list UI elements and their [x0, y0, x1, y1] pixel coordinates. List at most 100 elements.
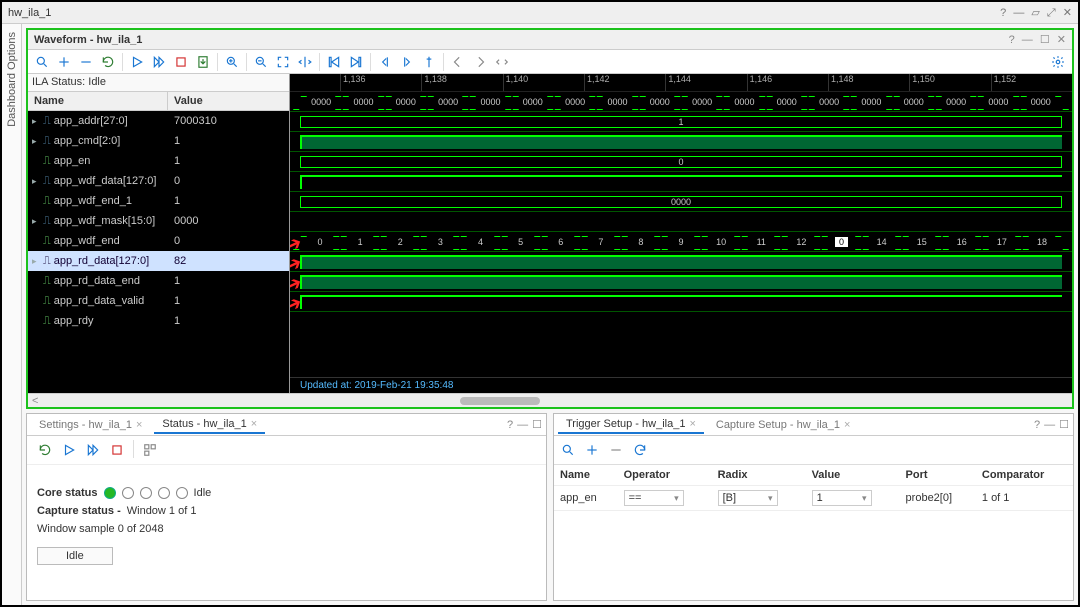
close-icon[interactable]: ✕: [1063, 7, 1072, 19]
status-led-icon: [122, 487, 134, 499]
layout-icon[interactable]: [140, 440, 160, 460]
remove-icon[interactable]: [606, 440, 626, 460]
stop-icon[interactable]: [171, 52, 191, 72]
search-icon[interactable]: [558, 440, 578, 460]
wave-row-app-rd-data: 012345678910111201415161718: [290, 232, 1072, 252]
next-edge-icon[interactable]: [397, 52, 417, 72]
tick: 1,150: [909, 74, 990, 91]
panel-help-icon[interactable]: ?: [507, 419, 513, 431]
wave-row-app-wdf-end-1: [290, 172, 1072, 192]
run-icon[interactable]: [127, 52, 147, 72]
cell-comp: 1 of 1: [976, 486, 1073, 511]
panel-maximize-icon[interactable]: ☐: [532, 419, 542, 431]
waveform-canvas[interactable]: 1,1361,1381,1401,1421,1441,1461,1481,150…: [290, 74, 1072, 393]
next-marker-icon[interactable]: [470, 52, 490, 72]
tab-settings[interactable]: Settings - hw_ila_1×: [31, 417, 150, 433]
prev-marker-icon[interactable]: [448, 52, 468, 72]
zoom-in-icon[interactable]: [222, 52, 242, 72]
first-transition-icon[interactable]: [324, 52, 344, 72]
signal-row[interactable]: ▸⎍app_wdf_data[127:0]0: [28, 171, 289, 191]
capture-status-label: Capture status -: [37, 505, 121, 517]
goto-cursor-icon[interactable]: [295, 52, 315, 72]
panel-maximize-icon[interactable]: ☐: [1040, 34, 1050, 46]
regenerate-icon[interactable]: [630, 440, 650, 460]
wave-row-app-addr: 0000000000000000000000000000000000000000…: [290, 92, 1072, 112]
waveform-titlebar: Waveform - hw_ila_1 ? — ☐ ✕: [28, 30, 1072, 50]
stop-icon[interactable]: [107, 440, 127, 460]
signal-header: Name Value: [28, 92, 289, 111]
tick: 1,148: [828, 74, 909, 91]
signal-row[interactable]: ▸⎍app_cmd[2:0]1: [28, 131, 289, 151]
prev-edge-icon[interactable]: [375, 52, 395, 72]
wave-val-app-cmd: 1: [300, 116, 1062, 128]
panel-minimize-icon[interactable]: —: [517, 419, 528, 431]
run-icon[interactable]: [59, 440, 79, 460]
remove-icon[interactable]: [76, 52, 96, 72]
signal-row[interactable]: ⎍app_rd_data_valid1: [28, 291, 289, 311]
panel-minimize-icon[interactable]: —: [1022, 34, 1033, 46]
zoom-out-icon[interactable]: [251, 52, 271, 72]
tick: 1,146: [747, 74, 828, 91]
waveform-toolbar: [28, 50, 1072, 74]
signal-row[interactable]: ⎍app_wdf_end0: [28, 231, 289, 251]
close-tab-icon[interactable]: ×: [251, 418, 257, 430]
panel-close-icon[interactable]: ✕: [1057, 34, 1066, 46]
add-icon[interactable]: [582, 440, 602, 460]
signal-row[interactable]: ▸⎍app_rd_data[127:0]82: [28, 251, 289, 271]
operator-select[interactable]: ==▾: [624, 490, 684, 506]
swap-markers-icon[interactable]: [492, 52, 512, 72]
waveform-panel: Waveform - hw_ila_1 ? — ☐ ✕: [26, 28, 1074, 409]
signal-pane: ILA Status: Idle Name Value ▸⎍app_addr[2…: [28, 74, 290, 393]
tab-trigger-setup[interactable]: Trigger Setup - hw_ila_1×: [558, 416, 704, 434]
ila-status: ILA Status: Idle: [28, 74, 289, 92]
minimize-icon[interactable]: —: [1013, 7, 1024, 19]
chevron-down-icon: ▾: [674, 493, 679, 504]
wave-val-app-wdf-data: 0: [300, 156, 1062, 168]
core-status-text: Idle: [194, 487, 212, 499]
h-scrollbar[interactable]: <: [28, 393, 1072, 407]
last-transition-icon[interactable]: [346, 52, 366, 72]
tick: 1,140: [503, 74, 584, 91]
refresh-icon[interactable]: [35, 440, 55, 460]
panel-help-icon[interactable]: ?: [1009, 34, 1015, 46]
search-icon[interactable]: [32, 52, 52, 72]
tab-capture-setup[interactable]: Capture Setup - hw_ila_1×: [708, 417, 859, 433]
close-tab-icon[interactable]: ×: [136, 419, 142, 431]
signal-row[interactable]: ▸⎍app_wdf_mask[15:0]0000: [28, 211, 289, 231]
panel-help-icon[interactable]: ?: [1034, 419, 1040, 431]
signal-row[interactable]: ⎍app_en1: [28, 151, 289, 171]
signal-row[interactable]: ⎍app_rdy1: [28, 311, 289, 331]
maximize-icon[interactable]: ⤢: [1047, 7, 1056, 19]
close-tab-icon[interactable]: ×: [689, 418, 695, 430]
radix-select[interactable]: [B]▾: [718, 490, 778, 506]
th-port: Port: [900, 465, 976, 486]
signal-row[interactable]: ▸⎍app_addr[27:0]7000310: [28, 111, 289, 131]
export-icon[interactable]: [193, 52, 213, 72]
close-tab-icon[interactable]: ×: [844, 419, 850, 431]
tab-status[interactable]: Status - hw_ila_1×: [154, 416, 265, 434]
trigger-row[interactable]: app_en ==▾ [B]▾ 1▾ probe2[0] 1 of 1: [554, 486, 1073, 511]
dashboard-options-rail[interactable]: Dashboard Options: [2, 24, 22, 605]
run-continuous-icon[interactable]: [149, 52, 169, 72]
window-title: hw_ila_1: [8, 7, 51, 19]
settings-icon[interactable]: [1048, 52, 1068, 72]
zoom-fit-icon[interactable]: [273, 52, 293, 72]
add-marker-icon[interactable]: [419, 52, 439, 72]
value-select[interactable]: 1▾: [812, 490, 872, 506]
help-icon[interactable]: ?: [1000, 7, 1006, 19]
refresh-icon[interactable]: [98, 52, 118, 72]
restore-icon[interactable]: ▱: [1031, 7, 1039, 19]
signal-row[interactable]: ⎍app_rd_data_end1: [28, 271, 289, 291]
capture-sample: Window sample 0 of 2048: [37, 523, 536, 535]
signal-row[interactable]: ⎍app_wdf_end_11: [28, 191, 289, 211]
idle-button[interactable]: Idle: [37, 547, 113, 565]
panel-minimize-icon[interactable]: —: [1044, 419, 1055, 431]
run-continuous-icon[interactable]: [83, 440, 103, 460]
tick: 1,152: [991, 74, 1072, 91]
cell-name: app_en: [554, 486, 618, 511]
updated-at: Updated at: 2019-Feb-21 19:35:48: [290, 377, 1072, 393]
panel-maximize-icon[interactable]: ☐: [1059, 419, 1069, 431]
add-icon[interactable]: [54, 52, 74, 72]
col-value: Value: [168, 92, 289, 110]
wave-row-app-cmd: 1: [290, 112, 1072, 132]
